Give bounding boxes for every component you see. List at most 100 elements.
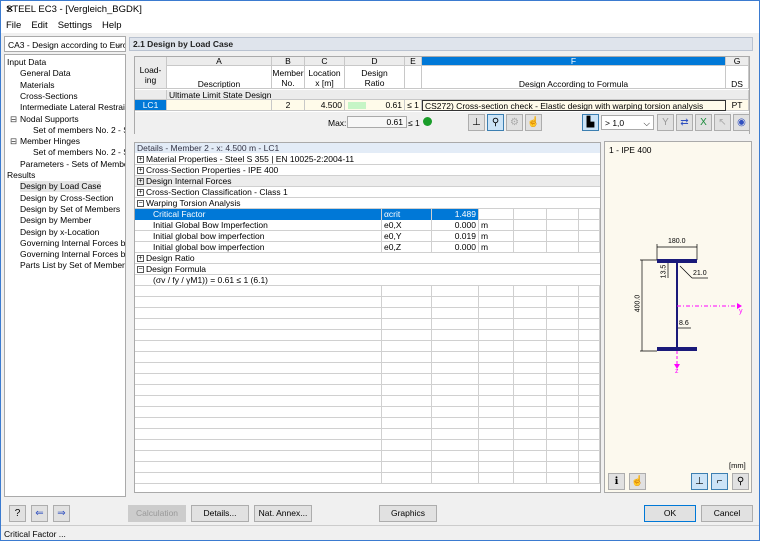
tree-item[interactable]: Member Hinges <box>20 136 80 147</box>
pointer-icon[interactable]: ↖ <box>714 114 731 131</box>
graphics-panel: 1 - IPE 400 180.0 400.0 13.5 21.0 8.6 y … <box>604 141 752 493</box>
row-formula[interactable]: CS272) Cross-section check - Elastic des… <box>422 100 726 111</box>
import-icon[interactable]: ⇐ <box>31 505 48 522</box>
header-description: Description <box>167 66 272 89</box>
view-icon[interactable]: ◉ <box>733 114 750 131</box>
tree-item[interactable]: Materials <box>20 80 54 91</box>
detail-cell[interactable] <box>514 209 547 220</box>
detail-cell <box>579 352 600 363</box>
collapse-icon[interactable]: − <box>137 200 144 208</box>
tree-item[interactable]: Results <box>7 170 35 181</box>
group-row: Ultimate Limit State Design <box>167 90 749 100</box>
detail-cell[interactable] <box>579 209 600 220</box>
expand-icon[interactable]: + <box>137 189 144 197</box>
filter-icon[interactable]: Y <box>657 114 674 131</box>
details-button[interactable]: Details... <box>191 505 249 522</box>
detail-value[interactable]: 1.489 <box>432 209 479 220</box>
detail-row: − Warping Torsion Analysis <box>135 198 600 209</box>
detail-cell[interactable] <box>547 209 579 220</box>
detail-cell <box>479 473 514 484</box>
detail-symbol[interactable]: αcrit <box>382 209 432 220</box>
tree-item[interactable]: Input Data <box>7 57 46 68</box>
collapse-icon[interactable]: ⊟ <box>10 114 17 125</box>
max-le: ≤ 1 <box>408 118 420 128</box>
expand-icon[interactable]: + <box>137 167 144 175</box>
case-select-value: CA3 - Design according to Euroc <box>8 40 126 50</box>
calculation-button[interactable]: Calculation <box>128 505 186 522</box>
tree-item[interactable]: Intermediate Lateral Restraints <box>20 102 125 113</box>
tree-item[interactable]: Set of members No. 2 - Sta <box>33 125 125 136</box>
col-letter-f[interactable]: F <box>422 57 726 66</box>
tree-item[interactable]: Design by Member <box>20 215 91 226</box>
header-loading: Load- ing <box>135 57 167 89</box>
renumber-icon[interactable]: ⇄ <box>676 114 693 131</box>
color-scale-icon[interactable]: ▙ <box>582 114 599 131</box>
close-icon[interactable]: ✕ <box>6 4 751 15</box>
group-label: Material Properties - Steel S 355 | EN 1… <box>146 154 355 164</box>
case-select[interactable]: CA3 - Design according to Euroc ⌵ <box>4 36 126 52</box>
row-loading[interactable]: LC1 <box>135 100 167 111</box>
detail-unit: m <box>479 242 514 253</box>
menu-file[interactable]: File <box>1 19 26 31</box>
menu-settings[interactable]: Settings <box>53 19 97 31</box>
expand-icon[interactable]: + <box>137 255 144 263</box>
filter-value: > 1,0 <box>605 118 625 128</box>
dimensions-icon[interactable]: ⌐ <box>711 473 728 490</box>
tree-item[interactable]: Governing Internal Forces by M <box>20 238 125 249</box>
max-value: 0.61 <box>347 116 407 128</box>
row-ratio[interactable]: 0.61 <box>345 100 405 111</box>
relations-icon[interactable]: ⚙ <box>506 114 523 131</box>
tree-item[interactable]: Design by Load Case <box>20 181 102 193</box>
export-icon[interactable]: ⇒ <box>53 505 70 522</box>
show-section-icon[interactable]: ⊥ <box>691 473 708 490</box>
tree-item[interactable]: Cross-Sections <box>20 91 78 102</box>
select-icon[interactable]: ☝ <box>629 473 646 490</box>
collapse-icon[interactable]: ⊟ <box>10 136 17 147</box>
tree-item[interactable]: Governing Internal Forces by S <box>20 249 125 260</box>
tree-item[interactable]: Parameters - Sets of Members <box>20 159 125 170</box>
graphics-button[interactable]: Graphics <box>379 505 437 522</box>
row-description[interactable] <box>167 100 272 111</box>
section-view-icon[interactable]: ⊥ <box>468 114 485 131</box>
detail-value: 0.000 <box>432 220 479 231</box>
tree-item[interactable]: Nodal Supports <box>20 114 79 125</box>
col-letter-e: E <box>405 57 422 66</box>
detail-cell <box>432 473 479 484</box>
tree-item[interactable]: Parts List by Set of Members <box>20 260 125 271</box>
collapse-icon[interactable]: − <box>137 266 144 274</box>
detail-cell <box>382 341 432 352</box>
filter-select[interactable]: > 1,0 ⌵ <box>601 115 654 130</box>
row-member[interactable]: 2 <box>272 100 305 111</box>
tree-item[interactable]: Design by Cross-Section <box>20 193 114 204</box>
tree-item[interactable]: Set of members No. 2 - Sta <box>33 147 125 158</box>
detail-label[interactable]: Critical Factor <box>135 209 382 220</box>
detail-unit: m <box>479 220 514 231</box>
tree-item[interactable]: Design by x-Location <box>20 227 99 238</box>
empty-row <box>135 319 600 330</box>
detail-cell <box>514 231 547 242</box>
select-icon[interactable]: ☝ <box>525 114 542 131</box>
detail-cell <box>579 451 600 462</box>
expand-icon[interactable]: + <box>137 178 144 186</box>
cancel-button[interactable]: Cancel <box>701 505 753 522</box>
detail-unit[interactable] <box>479 209 514 220</box>
zoom-reset-icon[interactable]: ⚲ <box>732 473 749 490</box>
tree-item[interactable]: General Data <box>20 68 71 79</box>
detail-cell <box>479 308 514 319</box>
member-view-icon[interactable]: ⚲ <box>487 114 504 131</box>
empty-row <box>135 396 600 407</box>
menu-help[interactable]: Help <box>97 19 127 31</box>
tree-item[interactable]: Design by Set of Members <box>20 204 120 215</box>
info-icon[interactable]: ℹ <box>608 473 625 490</box>
ratio-bar <box>348 102 367 109</box>
row-ds[interactable]: PT <box>726 100 749 111</box>
detail-cell <box>479 451 514 462</box>
row-location[interactable]: 4.500 <box>305 100 345 111</box>
menu-edit[interactable]: Edit <box>26 19 52 31</box>
nat-annex-button[interactable]: Nat. Annex... <box>254 505 312 522</box>
excel-export-icon[interactable]: X <box>695 114 712 131</box>
ok-button[interactable]: OK <box>644 505 696 522</box>
help-icon[interactable]: ? <box>9 505 26 522</box>
expand-icon[interactable]: + <box>137 156 144 164</box>
detail-cell <box>432 462 479 473</box>
